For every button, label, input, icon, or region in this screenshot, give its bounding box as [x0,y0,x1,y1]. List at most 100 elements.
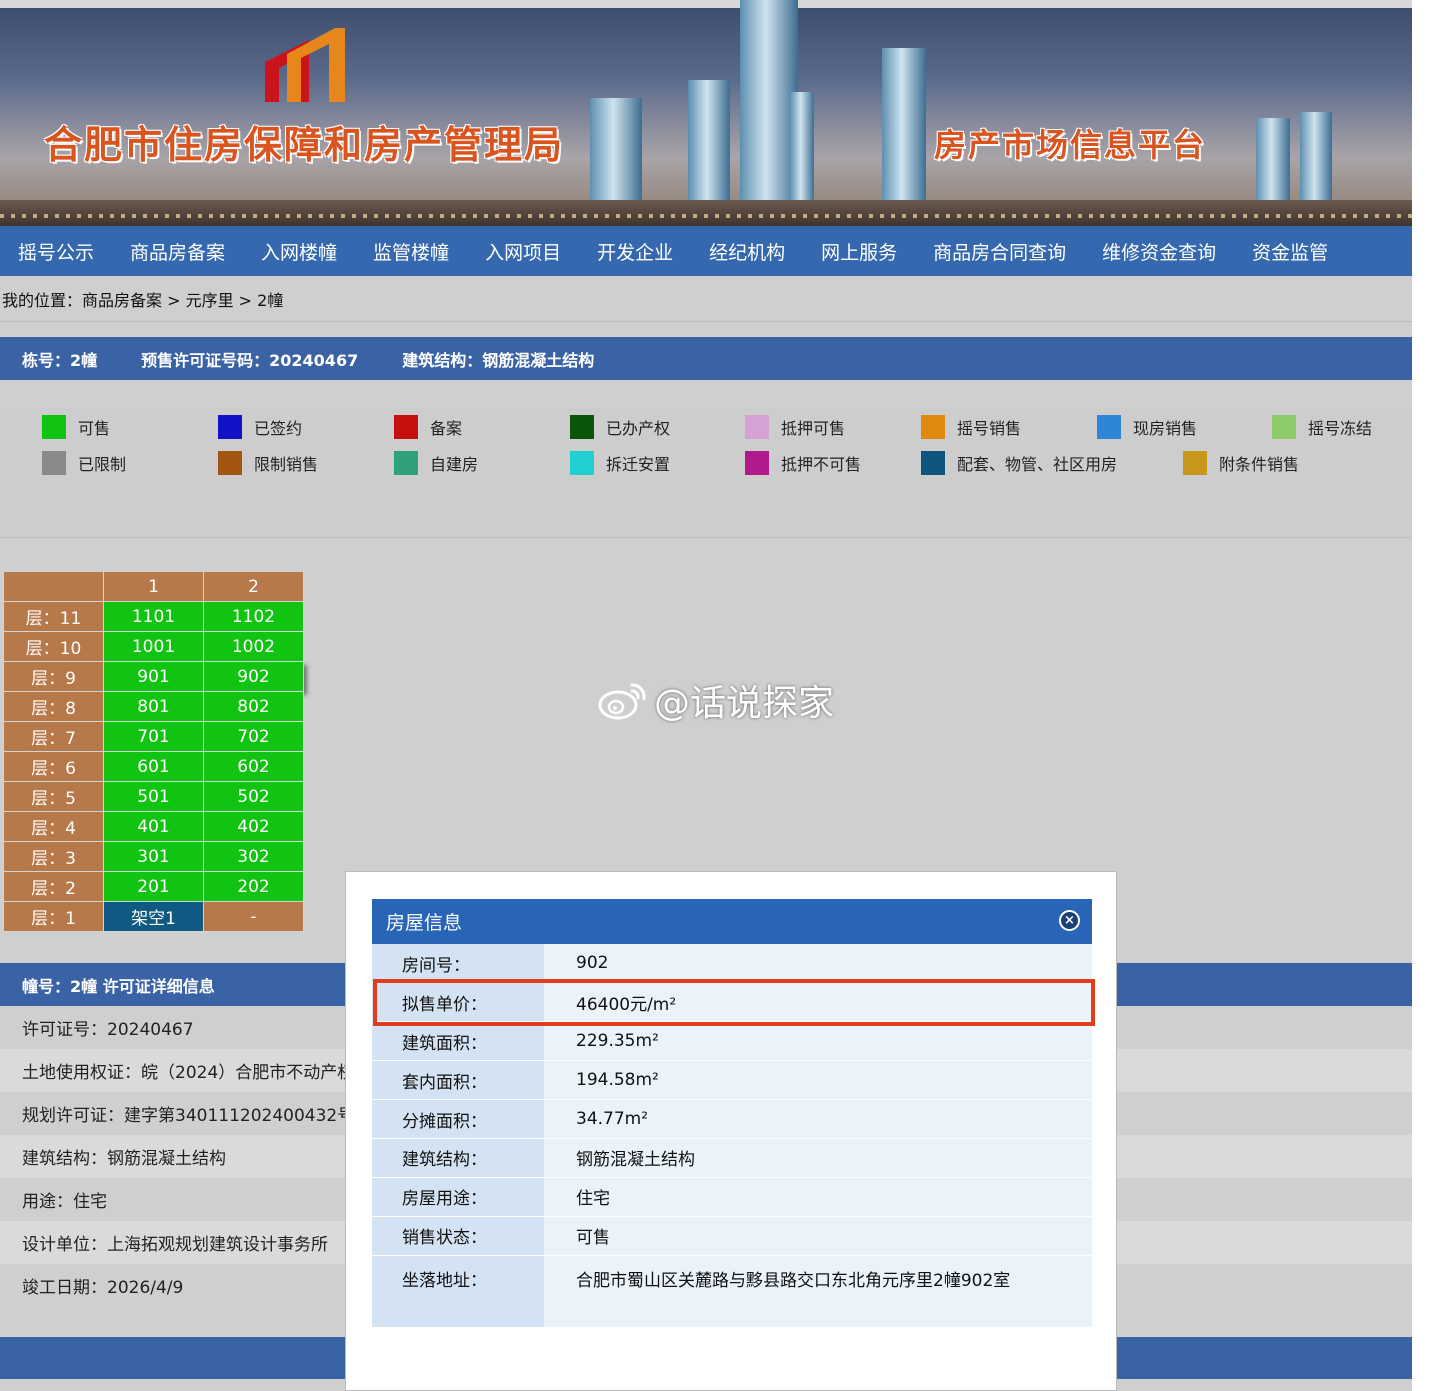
legend-item: 现房销售 [1097,415,1197,439]
bureau-title: 合肥市住房保障和房产管理局 [44,122,565,167]
legend-swatch [218,451,242,475]
floor-label: 层：3 [3,841,104,872]
unit-cell[interactable]: 402 [203,811,304,842]
unit-cell[interactable]: 1002 [203,631,304,662]
nav-item-contract-query[interactable]: 商品房合同查询 [933,238,1066,265]
unit-cell[interactable]: 301 [103,841,204,872]
unit-cell[interactable]: 602 [203,751,304,782]
info-row-status: 销售状态： 可售 [372,1216,1092,1256]
building-number: 栋号：2幢 [22,350,98,370]
scrollbar-gutter[interactable] [1412,0,1440,1391]
unit-cell[interactable]: 701 [103,721,204,752]
floor-label: 层：10 [3,631,104,662]
unit-cell[interactable]: 502 [203,781,304,812]
unit-cell[interactable]: 1102 [203,601,304,632]
nav-item-agencies[interactable]: 经纪机构 [709,238,785,265]
legend-swatch [745,415,769,439]
column-header: 2 [203,571,304,602]
info-row-room: 房间号： 902 [372,944,1092,984]
unit-cell[interactable]: 401 [103,811,204,842]
floor-row: 层：5 501 502 [3,781,304,812]
info-value: 钢筋混凝土结构 [544,1138,1092,1178]
nav-item-maintenance-fund[interactable]: 维修资金查询 [1102,238,1216,265]
legend-swatch [570,415,594,439]
legend-swatch [921,415,945,439]
info-key: 房屋用途： [372,1177,544,1217]
status-legend: 可售 已签约 备案 已办产权 抵押可售 摇号销售 现房销售 摇号冻结 已限制 限… [0,408,1412,538]
house-info-table: 房间号： 902 拟售单价： 46400元/m² 建筑面积： 229.35m² 套内面… [372,944,1092,1328]
legend-swatch [42,451,66,475]
floor-row: 层：8 801 802 [3,691,304,722]
column-header: 1 [103,571,204,602]
weibo-icon [598,683,646,720]
info-row-net-area: 套内面积： 194.58m² [372,1060,1092,1101]
info-key: 分摊面积： [372,1099,544,1139]
legend-item: 摇号销售 [921,415,1021,439]
info-row-structure: 建筑结构： 钢筋混凝土结构 [372,1138,1092,1178]
legend-swatch [42,415,66,439]
info-key: 建筑面积： [372,1021,544,1062]
floor-label: 层：6 [3,751,104,782]
floor-row: 层：7 701 702 [3,721,304,752]
floor-label: 层：1 [3,901,104,932]
weibo-watermark: @话说探家 [598,674,834,726]
info-row-gross-area: 建筑面积： 229.35m² [372,1021,1092,1062]
info-row-price: 拟售单价： 46400元/m² [372,982,1092,1023]
nav-item-record[interactable]: 商品房备案 [130,238,225,265]
floor-row: 层：4 401 402 [3,811,304,842]
info-row-address: 坐落地址： 合肥市蜀山区关麓路与黟县路交口东北角元序里2幢902室 [372,1255,1092,1328]
nav-item-supervised-buildings[interactable]: 监管楼幢 [373,238,449,265]
unit-cell[interactable]: 901 [103,661,204,692]
legend-swatch [570,451,594,475]
legend-item: 摇号冻结 [1272,415,1372,439]
legend-item: 配套、物管、社区用房 [921,451,1117,475]
unit-cell[interactable]: 1101 [103,601,204,632]
legend-swatch [394,451,418,475]
dialog-header: 房屋信息 × [372,899,1092,944]
building-structure: 建筑结构：钢筋混凝土结构 [402,350,595,370]
page: 合肥市住房保障和房产管理局 房产市场信息平台 摇号公示 商品房备案 入网楼幢 监… [0,0,1412,1391]
unit-cell[interactable]: 302 [203,841,304,872]
unit-cell[interactable]: 802 [203,691,304,722]
info-value: 902 [544,944,1092,984]
breadcrumb: 我的位置：商品房备案 > 元序里 > 2幢 [0,276,1412,322]
house-info-dialog: 房屋信息 × 房间号： 902 拟售单价： 46400元/m² 建筑面积： 229.3… [345,871,1117,1391]
unit-cell[interactable]: 702 [203,721,304,752]
legend-item: 拆迁安置 [570,451,670,475]
info-key: 建筑结构： [372,1138,544,1178]
nav-item-fund-supervision[interactable]: 资金监管 [1252,238,1328,265]
unit-cell-selected[interactable]: 902 [203,661,304,692]
unit-cell[interactable]: 1001 [103,631,204,662]
corner-cell [3,571,104,602]
unit-cell[interactable]: 601 [103,751,204,782]
floor-row: 层：1 架空1 - [3,901,304,932]
info-key: 拟售单价： [372,982,544,1023]
unit-cell-stilt[interactable]: 架空1 [103,901,204,932]
unit-cell[interactable]: 501 [103,781,204,812]
floor-row: 层：10 1001 1002 [3,631,304,662]
nav-item-online-services[interactable]: 网上服务 [821,238,897,265]
close-icon[interactable]: × [1059,910,1080,931]
legend-swatch [745,451,769,475]
nav-item-developers[interactable]: 开发企业 [597,238,673,265]
banner-building [1256,118,1290,208]
grid-header-row: 1 2 [3,571,304,602]
unit-cell-none: - [203,901,304,932]
floor-label: 层：2 [3,871,104,902]
unit-cell[interactable]: 201 [103,871,204,902]
floor-row: 层：6 601 602 [3,751,304,782]
legend-swatch [1272,415,1296,439]
nav-item-lottery[interactable]: 摇号公示 [18,238,94,265]
nav-item-online-projects[interactable]: 入网项目 [485,238,561,265]
legend-item: 附条件销售 [1183,451,1299,475]
banner-building [590,98,642,208]
unit-cell[interactable]: 801 [103,691,204,722]
header-banner: 合肥市住房保障和房产管理局 房产市场信息平台 [0,0,1412,226]
unit-cell[interactable]: 202 [203,871,304,902]
info-value: 194.58m² [544,1060,1092,1101]
legend-item: 已限制 [42,451,126,475]
legend-swatch [1097,415,1121,439]
nav-item-online-buildings[interactable]: 入网楼幢 [261,238,337,265]
banner-building [1300,112,1332,208]
info-value: 46400元/m² [544,982,1092,1023]
